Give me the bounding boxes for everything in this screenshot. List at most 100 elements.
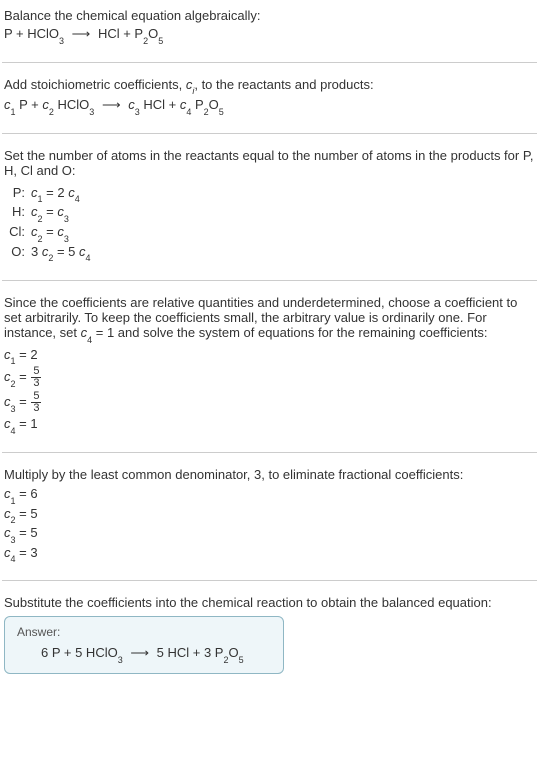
answer-box: Answer: 6 P + 5 HClO3 ⟶ 5 HCl + 3 P2O5 <box>4 616 284 674</box>
n: 3 <box>64 234 69 244</box>
c1n: 1 <box>11 107 16 117</box>
c: c <box>4 347 11 362</box>
atom-row-cl: Cl: c2 = c3 <box>4 223 94 243</box>
n: 4 <box>75 194 80 204</box>
den: 3 <box>31 378 41 389</box>
p2o5-o: O <box>209 97 219 112</box>
c2: c <box>42 97 49 112</box>
eqsign: = <box>43 224 58 239</box>
n: 3 <box>64 214 69 224</box>
c: c <box>4 486 11 501</box>
stoich-equation: c1 P + c2 HClO3 ⟶ c3 HCl + c4 P2O5 <box>4 97 535 115</box>
n: 2 <box>38 234 43 244</box>
p2o5-2: 2 <box>204 107 209 117</box>
eq: 3 c2 = 5 c4 <box>28 243 94 263</box>
n: 1 <box>38 194 43 204</box>
eq-sub5: 5 <box>239 655 244 665</box>
n: 3 <box>11 404 16 414</box>
p2o5-p: P <box>191 97 203 112</box>
atom-row-h: H: c2 = c3 <box>4 203 94 223</box>
intro-equation: P + HClO3 ⟶ HCl + P2O5 <box>4 26 535 44</box>
choose-block: Since the coefficients are relative quan… <box>2 291 537 446</box>
eq: c2 = c3 <box>28 203 94 223</box>
coef-row: c3 = 53 <box>4 391 535 414</box>
arrow-icon: ⟶ <box>126 645 153 660</box>
eqsign: = 5 <box>53 244 79 259</box>
final-block: Substitute the coefficients into the che… <box>2 591 537 686</box>
arrow-icon: ⟶ <box>68 26 95 41</box>
eq: = 3 <box>16 545 38 560</box>
lcd-block: Multiply by the least common denominator… <box>2 463 537 574</box>
el: P: <box>4 184 28 204</box>
c: c <box>4 506 11 521</box>
coef-row: c1 = 6 <box>4 486 535 504</box>
c3: c <box>128 97 135 112</box>
eqsign: = <box>43 204 58 219</box>
atoms-block: Set the number of atoms in the reactants… <box>2 144 537 274</box>
t1: Add stoichiometric coefficients, <box>4 77 186 92</box>
c4n: 4 <box>186 107 191 117</box>
c: c <box>57 224 64 239</box>
c: c <box>4 416 11 431</box>
hclo-sub: 3 <box>89 107 94 117</box>
stoich-block: Add stoichiometric coefficients, ci, to … <box>2 73 537 127</box>
eq-sub5: 5 <box>158 36 163 46</box>
n: 2 <box>11 515 16 525</box>
n: 2 <box>11 379 16 389</box>
n: 1 <box>11 356 16 366</box>
el: Cl: <box>4 223 28 243</box>
coef-row: c1 = 2 <box>4 347 535 365</box>
divider <box>2 133 537 134</box>
eq: = <box>16 369 31 384</box>
c: c <box>57 204 64 219</box>
coef-row: c3 = 5 <box>4 525 535 543</box>
n: 2 <box>48 253 53 263</box>
divider <box>2 280 537 281</box>
eq-right-a: 5 HCl + 3 P <box>157 645 224 660</box>
divider <box>2 452 537 453</box>
c: c <box>79 244 86 259</box>
el: O: <box>4 243 28 263</box>
coef-row: c2 = 53 <box>4 366 535 389</box>
n: 3 <box>11 535 16 545</box>
stoich-text: Add stoichiometric coefficients, ci, to … <box>4 77 535 95</box>
eq-left: P + HClO <box>4 26 59 41</box>
atom-row-o: O: 3 c2 = 5 c4 <box>4 243 94 263</box>
atom-row-p: P: c1 = 2 c4 <box>4 184 94 204</box>
choose-coefs: c1 = 2 c2 = 53 c3 = 53 c4 = 1 <box>4 347 535 434</box>
n: 4 <box>11 426 16 436</box>
atoms-intro: Set the number of atoms in the reactants… <box>4 148 535 178</box>
eq-sub3: 3 <box>59 36 64 46</box>
den: 3 <box>31 403 41 414</box>
divider <box>2 62 537 63</box>
coef-row: c4 = 3 <box>4 545 535 563</box>
eq: = 1 <box>16 416 38 431</box>
eq: = 5 <box>16 506 38 521</box>
eq: = <box>16 394 31 409</box>
eq-sub2: 2 <box>143 36 148 46</box>
c: c <box>68 185 75 200</box>
c: c <box>4 525 11 540</box>
coef-row: c4 = 1 <box>4 416 535 434</box>
n: 4 <box>86 253 91 263</box>
el: H: <box>4 203 28 223</box>
eq-right-o: O <box>148 26 158 41</box>
c: c <box>4 545 11 560</box>
eq: = 5 <box>16 525 38 540</box>
pre: 3 <box>31 244 42 259</box>
t2: , to the reactants and products: <box>194 77 373 92</box>
lcd-coefs: c1 = 6 c2 = 5 c3 = 5 c4 = 3 <box>4 486 535 562</box>
p2: = 1 and solve the system of equations fo… <box>92 325 487 340</box>
c: c <box>4 369 11 384</box>
answer-equation: 6 P + 5 HClO3 ⟶ 5 HCl + 3 P2O5 <box>17 645 271 663</box>
n: 2 <box>38 214 43 224</box>
answer-label: Answer: <box>17 625 271 639</box>
p2o5-5: 5 <box>219 107 224 117</box>
c: c <box>31 185 38 200</box>
choose-text: Since the coefficients are relative quan… <box>4 295 535 343</box>
c4n: 4 <box>87 335 92 345</box>
fraction: 53 <box>31 366 41 389</box>
final-text: Substitute the coefficients into the che… <box>4 595 535 610</box>
eq: = 2 <box>16 347 38 362</box>
eq-right-o: O <box>228 645 238 660</box>
